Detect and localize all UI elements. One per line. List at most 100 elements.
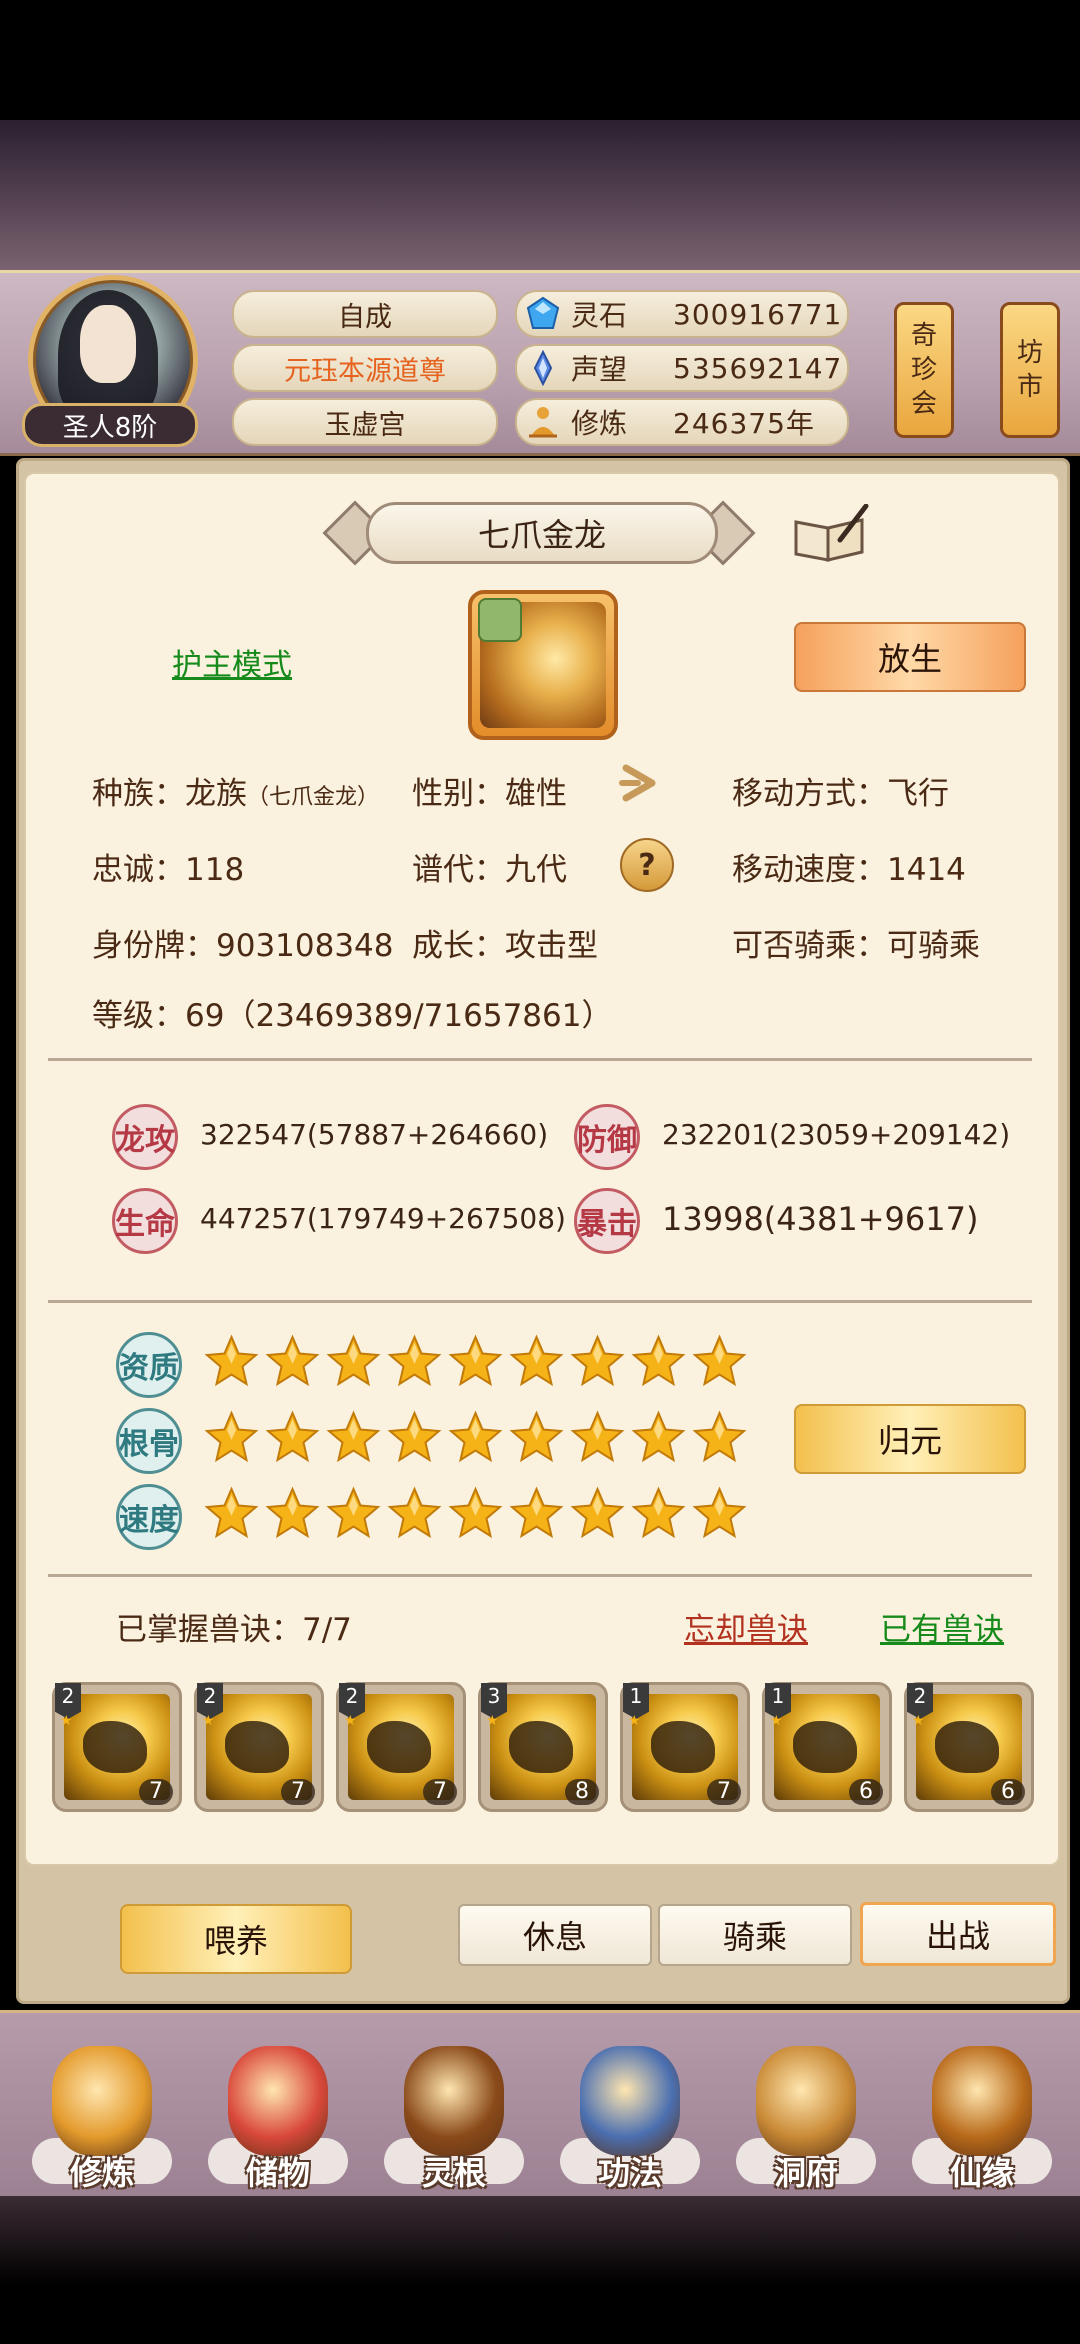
- skill-level: 7: [423, 1779, 457, 1805]
- cave-palace-icon: [756, 2046, 856, 2156]
- nav-label: 修炼: [69, 2154, 134, 2192]
- star-icon: [509, 1334, 564, 1389]
- reputation-row: 声望 535692147: [515, 344, 849, 392]
- attack-value: 322547(57887+264660): [200, 1118, 549, 1151]
- skill-level: 7: [281, 1779, 315, 1805]
- beast-skill-slot[interactable]: 2 ★ 7: [336, 1682, 466, 1812]
- meditating-monk-icon: [52, 2046, 152, 2156]
- bottom-dark-area: [0, 2196, 1080, 2344]
- crit-value: 13998(4381+9617): [662, 1200, 979, 1238]
- divider: [48, 1300, 1032, 1303]
- spirit-stone-row: 灵石 300916771: [515, 290, 849, 338]
- status-bar-area: [0, 0, 1080, 120]
- star-icon: [326, 1334, 381, 1389]
- hp-value: 447257(179749+267508): [200, 1202, 566, 1235]
- ride-button[interactable]: 骑乘: [658, 1904, 852, 1966]
- rideable-field: 可否骑乘：可骑乘: [732, 928, 980, 964]
- crit-badge: 暴击: [574, 1188, 640, 1254]
- star-icon: [692, 1410, 747, 1465]
- beast-skill-slot[interactable]: 2 ★ 7: [52, 1682, 182, 1812]
- loyalty-field: 忠诚：118: [92, 852, 245, 888]
- beast-skill-slot[interactable]: 1 ★ 6: [762, 1682, 892, 1812]
- attack-badge: 龙攻: [112, 1104, 178, 1170]
- star-icon: [326, 1486, 381, 1541]
- forget-skill-link[interactable]: 忘却兽诀: [684, 1604, 808, 1649]
- skill-level: 7: [139, 1779, 173, 1805]
- nav-label: 仙缘: [949, 2154, 1014, 2192]
- aptitude-stars: [204, 1334, 747, 1389]
- pet-name: 七爪金龙: [366, 502, 718, 564]
- release-button[interactable]: 放生: [794, 622, 1026, 692]
- beast-skill-slot[interactable]: 2 ★ 6: [904, 1682, 1034, 1812]
- beast-skill-slot[interactable]: 2 ★ 7: [194, 1682, 324, 1812]
- pet-handbook-icon[interactable]: [792, 503, 870, 564]
- star-icon: [448, 1334, 503, 1389]
- star-icon: [448, 1486, 503, 1541]
- star-icon: [570, 1486, 625, 1541]
- beast-skill-slot[interactable]: 1 ★ 7: [620, 1682, 750, 1812]
- aptitude-badge: 资质: [116, 1332, 182, 1398]
- market-button[interactable]: 坊 市: [1000, 302, 1060, 438]
- battle-button[interactable]: 出战: [860, 1902, 1056, 1966]
- move-speed-field: 移动速度：1414: [732, 852, 966, 888]
- star-icon: [204, 1334, 259, 1389]
- pet-portrait[interactable]: [468, 590, 618, 740]
- star-icon: [265, 1334, 320, 1389]
- title-pill: 自成: [232, 290, 498, 338]
- sect-pill: 玉虚宫: [232, 398, 498, 446]
- arrow-right-icon[interactable]: [616, 758, 666, 808]
- feed-button[interactable]: 喂养: [120, 1904, 352, 1974]
- reputation-icon: [523, 348, 563, 388]
- gender-field: 性别：雄性: [412, 776, 567, 812]
- star-icon: [265, 1486, 320, 1541]
- help-icon[interactable]: ?: [620, 838, 674, 892]
- star-icon: [387, 1486, 442, 1541]
- nav-scripture-book[interactable]: 功法: [550, 2038, 710, 2218]
- dao-title-pill: 元珏本源道尊: [232, 344, 498, 392]
- rest-button[interactable]: 休息: [458, 1904, 652, 1966]
- storage-bag-icon: [228, 2046, 328, 2156]
- beast-skill-slot[interactable]: 3 ★ 8: [478, 1682, 608, 1812]
- star-icon: [326, 1410, 381, 1465]
- top-decor-band: [0, 120, 1080, 270]
- lock-icon[interactable]: [478, 598, 522, 642]
- scripture-book-icon: [580, 2046, 680, 2156]
- nav-gourd[interactable]: 仙缘: [902, 2038, 1062, 2218]
- skill-level: 6: [849, 1779, 883, 1805]
- owned-skills-link[interactable]: 已有兽诀: [880, 1604, 1004, 1649]
- nav-label: 灵根: [421, 2154, 486, 2192]
- defense-value: 232201(23059+209142): [662, 1118, 1011, 1151]
- bone-badge: 根骨: [116, 1408, 182, 1474]
- nav-spirit-root[interactable]: 灵根: [374, 2038, 534, 2218]
- nav-label: 洞府: [773, 2154, 838, 2192]
- star-icon: ★: [60, 1713, 73, 1729]
- hp-badge: 生命: [112, 1188, 178, 1254]
- star-icon: ★: [344, 1713, 357, 1729]
- nav-storage-bag[interactable]: 储物: [198, 2038, 358, 2218]
- defense-badge: 防御: [574, 1104, 640, 1170]
- star-icon: [265, 1410, 320, 1465]
- star-icon: [570, 1410, 625, 1465]
- skill-level: 7: [707, 1779, 741, 1805]
- spirit-root-icon: [404, 2046, 504, 2156]
- skills-mastered-label: 已掌握兽诀：7/7: [116, 1612, 352, 1648]
- star-icon: [692, 1486, 747, 1541]
- level-field: 等级：69（23469389/71657861）: [92, 998, 613, 1034]
- star-icon: ★: [486, 1713, 499, 1729]
- nav-cave-palace[interactable]: 洞府: [726, 2038, 886, 2218]
- skill-level: 6: [991, 1779, 1025, 1805]
- nav-label: 功法: [597, 2154, 662, 2192]
- treasure-fair-button[interactable]: 奇 珍 会: [894, 302, 954, 438]
- speed-badge: 速度: [116, 1484, 182, 1550]
- star-icon: [448, 1410, 503, 1465]
- growth-field: 成长：攻击型: [412, 928, 598, 964]
- guard-mode-link[interactable]: 护主模式: [172, 640, 292, 684]
- spirit-stone-icon: [523, 294, 563, 334]
- nav-meditating-monk[interactable]: 修炼: [22, 2038, 182, 2218]
- pet-name-plate: 七爪金龙: [322, 496, 756, 566]
- star-icon: [570, 1334, 625, 1389]
- star-icon: [631, 1334, 686, 1389]
- star-icon: ★: [912, 1713, 925, 1729]
- skill-level: 8: [565, 1779, 599, 1805]
- guiyuan-button[interactable]: 归元: [794, 1404, 1026, 1474]
